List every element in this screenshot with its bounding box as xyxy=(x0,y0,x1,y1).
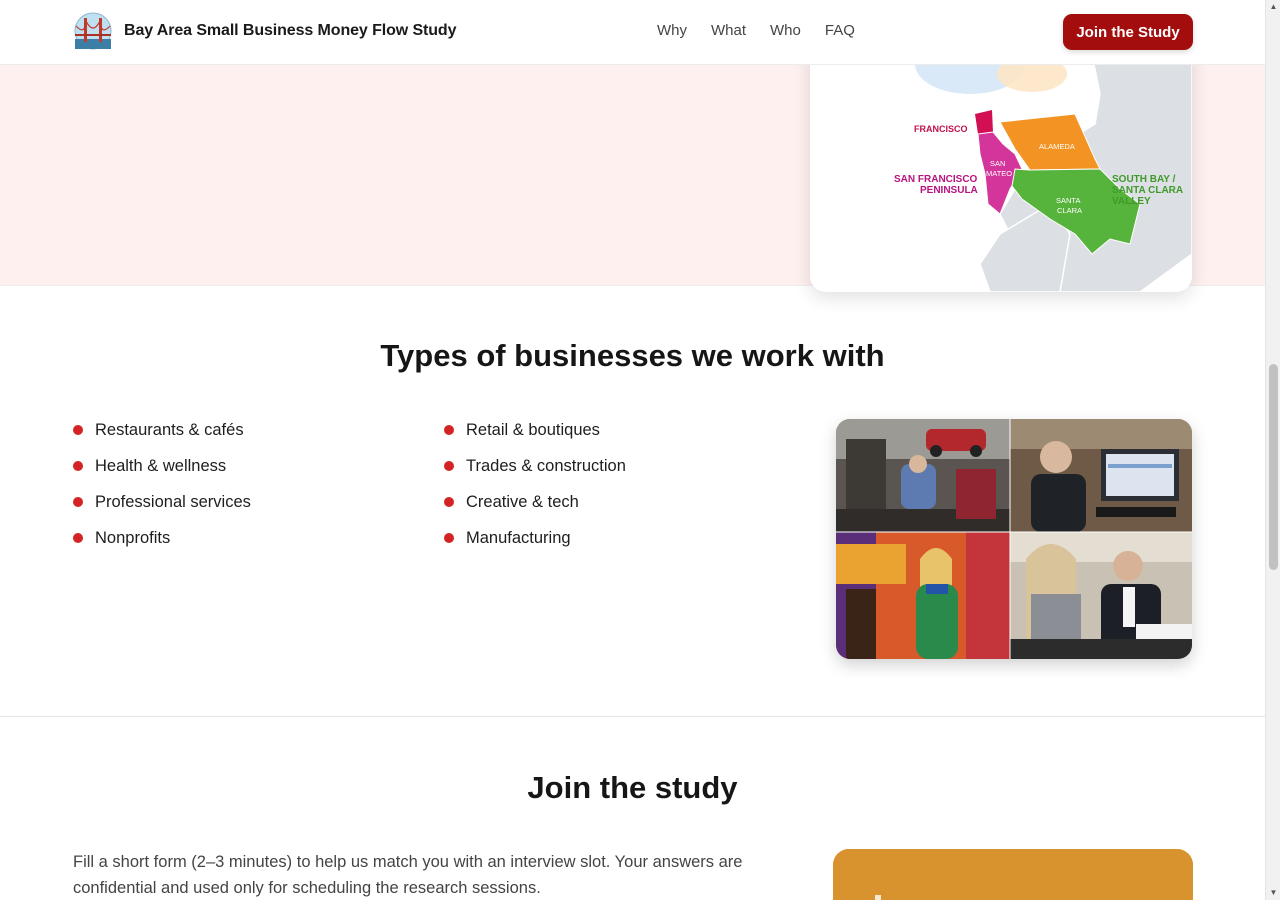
list-item: Nonprofits xyxy=(73,526,251,562)
map-label-sf-peninsula-2: PENINSULA xyxy=(920,185,978,196)
map-label-san: SAN xyxy=(990,159,1005,168)
types-title: Types of businesses we work with xyxy=(380,338,885,373)
business-photo-collage xyxy=(836,419,1192,659)
nav-what[interactable]: What xyxy=(711,22,746,39)
list-item-label: Retail & boutiques xyxy=(466,421,600,439)
bullet-dot xyxy=(444,425,454,435)
hero-section: FRANCISCO ALAMEDA SAN MATEO SAN FRANCISC… xyxy=(0,4,1265,292)
bullet-dot xyxy=(73,533,83,543)
photo-business-meeting xyxy=(1010,532,1192,659)
list-item-label: Trades & construction xyxy=(466,457,626,475)
map-label-south-bay-2: SANTA CLARA xyxy=(1112,185,1183,196)
list-item: Restaurants & cafés xyxy=(73,418,251,454)
list-item-label: Creative & tech xyxy=(466,493,579,511)
photo-cafe-owner xyxy=(836,532,1010,659)
page: Bay Area Small Business Money Flow Study… xyxy=(0,0,1265,900)
list-item: Creative & tech xyxy=(444,490,626,526)
list-item-label: Professional services xyxy=(95,493,251,511)
nav-why[interactable]: Why xyxy=(657,22,687,39)
list-item-label: Restaurants & cafés xyxy=(95,421,244,439)
list-item-label: Manufacturing xyxy=(466,529,571,547)
business-list-col1: Restaurants & cafés Health & wellness Pr… xyxy=(73,418,251,562)
list-item: Manufacturing xyxy=(444,526,626,562)
bullet-dot xyxy=(444,497,454,507)
section-divider xyxy=(0,716,1265,717)
bullet-dot xyxy=(73,425,83,435)
photo-auto-shop xyxy=(836,419,1010,532)
photo-office-man xyxy=(1010,419,1192,532)
golden-gate-bridge-icon xyxy=(74,12,112,50)
list-item-label: Health & wellness xyxy=(95,457,227,475)
map-label-south-bay-3: VALLEY xyxy=(1112,196,1151,207)
map-label-alameda: ALAMEDA xyxy=(1039,142,1075,151)
join-title: Join the study xyxy=(527,770,738,805)
map-label-francisco: FRANCISCO xyxy=(914,124,968,134)
map-label-south-bay-1: SOUTH BAY / xyxy=(1112,174,1176,185)
business-list-col2: Retail & boutiques Trades & construction… xyxy=(444,418,626,562)
map-label-sf-peninsula-1: SAN FRANCISCO xyxy=(894,174,978,185)
bullet-dot xyxy=(444,461,454,471)
list-item-label: Nonprofits xyxy=(95,529,171,547)
bullet-dot xyxy=(444,533,454,543)
bullet-dot xyxy=(73,497,83,507)
scroll-up-arrow-icon[interactable]: ▲ xyxy=(1266,0,1280,14)
map-san-francisco xyxy=(975,110,993,134)
nav-who[interactable]: Who xyxy=(770,22,801,39)
scroll-thumb[interactable] xyxy=(1269,364,1278,570)
scroll-down-arrow-icon[interactable]: ▼ xyxy=(1266,886,1280,900)
signup-form-card[interactable] xyxy=(833,849,1193,900)
site-header: Bay Area Small Business Money Flow Study… xyxy=(0,0,1265,65)
list-item: Health & wellness xyxy=(73,454,251,490)
map-label-clara: CLARA xyxy=(1057,206,1082,215)
page-scrollbar[interactable]: ▲ ▼ xyxy=(1265,0,1280,900)
main-nav: Why What Who FAQ xyxy=(657,22,855,39)
nav-faq[interactable]: FAQ xyxy=(825,22,855,39)
bullet-dot xyxy=(73,461,83,471)
join-description: Fill a short form (2–3 minutes) to help … xyxy=(73,853,743,897)
list-item: Retail & boutiques xyxy=(444,418,626,454)
brand-name: Bay Area Small Business Money Flow Study xyxy=(124,22,457,39)
map-label-santa: SANTA xyxy=(1056,196,1080,205)
join-study-button[interactable]: Join the Study xyxy=(1063,14,1193,50)
brand[interactable]: Bay Area Small Business Money Flow Study xyxy=(74,12,457,50)
list-item: Professional services xyxy=(73,490,251,526)
map-label-mateo: MATEO xyxy=(986,169,1012,178)
list-item: Trades & construction xyxy=(444,454,626,490)
